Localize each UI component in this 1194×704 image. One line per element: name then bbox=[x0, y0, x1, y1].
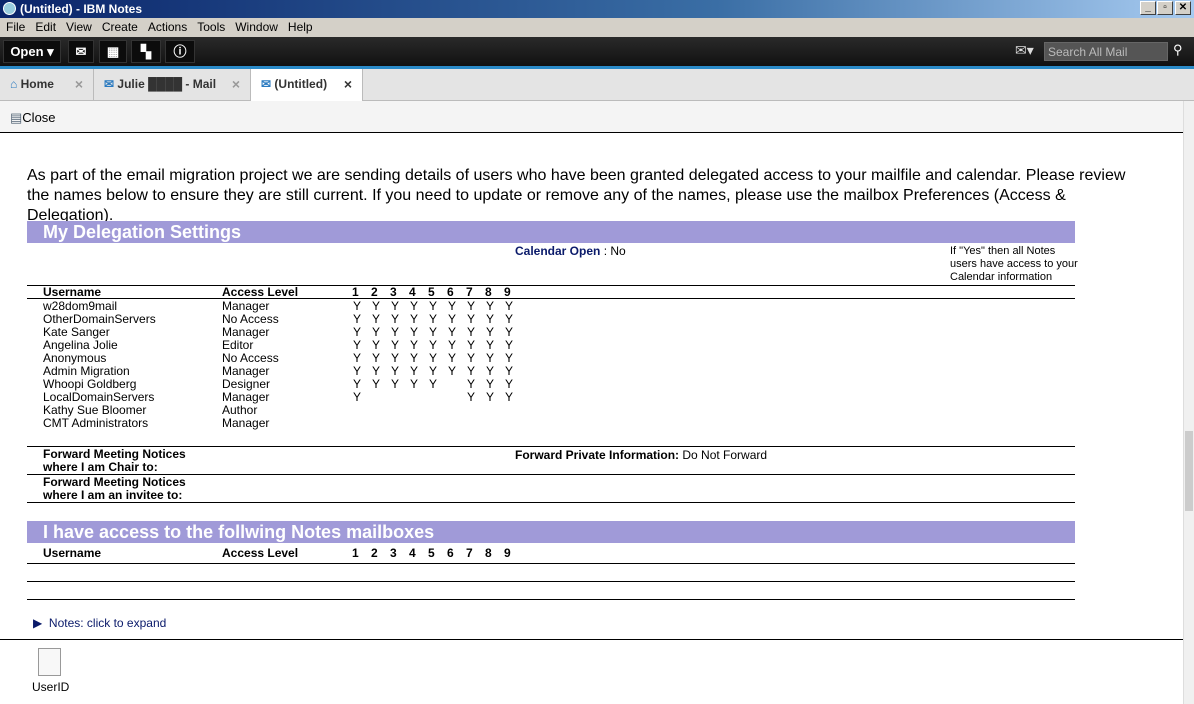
col-8: 8 bbox=[485, 546, 492, 560]
row-flag: Y bbox=[448, 364, 457, 378]
calendar-icon[interactable]: ▦ bbox=[99, 40, 127, 63]
tab-untitled[interactable]: ✉ (Untitled) × bbox=[251, 69, 363, 101]
home-icon: ⌂ bbox=[10, 77, 18, 91]
attachment-label[interactable]: UserID bbox=[32, 681, 69, 694]
divider bbox=[0, 639, 1183, 640]
scrollbar[interactable] bbox=[1183, 101, 1194, 704]
search-input[interactable]: Search All Mail bbox=[1044, 42, 1168, 61]
close-button[interactable]: ▤Close bbox=[10, 110, 56, 126]
mail-icon[interactable]: ✉ bbox=[68, 40, 94, 63]
minimize-button[interactable]: _ bbox=[1140, 1, 1156, 15]
close-document-icon: ▤ bbox=[10, 110, 23, 125]
row-flag: Y bbox=[467, 390, 476, 404]
action-bar: ▤Close bbox=[0, 101, 1190, 133]
file-attachment-icon[interactable] bbox=[38, 648, 61, 676]
divider bbox=[27, 298, 1075, 299]
col-7: 7 bbox=[466, 546, 473, 560]
row-flag: Y bbox=[429, 377, 438, 391]
maximize-button[interactable]: ▫ bbox=[1157, 1, 1173, 15]
col-1: 1 bbox=[352, 546, 359, 560]
close-tab-icon[interactable]: × bbox=[344, 69, 352, 100]
row-username: CMT Administrators bbox=[43, 416, 149, 430]
row-flag: Y bbox=[505, 390, 514, 404]
memo-icon: ✉ bbox=[261, 77, 272, 91]
divider bbox=[27, 581, 1075, 582]
col-9: 9 bbox=[504, 546, 511, 560]
apps-grid-icon[interactable]: ▚ bbox=[131, 40, 161, 63]
col-2: 2 bbox=[371, 546, 378, 560]
close-tab-icon[interactable]: × bbox=[75, 69, 83, 100]
menu-create[interactable]: Create bbox=[102, 20, 138, 34]
title-bar: (Untitled) - IBM Notes _ ▫ ✕ bbox=[0, 0, 1194, 18]
tab-mail[interactable]: ✉ Julie ████ - Mail × bbox=[94, 69, 251, 100]
menu-bar: File Edit View Create Actions Tools Window Help bbox=[0, 18, 1194, 37]
row-access-level: Manager bbox=[222, 416, 270, 430]
section-heading: I have access to the follwing Notes mail… bbox=[27, 521, 1075, 543]
calendar-open: Calendar Open : No bbox=[515, 244, 626, 258]
divider bbox=[27, 563, 1075, 564]
col-username: Username bbox=[43, 546, 102, 560]
divider bbox=[27, 502, 1075, 503]
menu-help[interactable]: Help bbox=[288, 20, 313, 34]
menu-tools[interactable]: Tools bbox=[197, 20, 225, 34]
tab-home[interactable]: ⌂ Home × bbox=[0, 69, 94, 100]
section-heading: My Delegation Settings bbox=[27, 221, 1075, 243]
forward-chair-label: Forward Meeting Notices where I am Chair… bbox=[43, 447, 186, 474]
info-icon[interactable]: ⓘ bbox=[165, 40, 195, 63]
col-5: 5 bbox=[428, 546, 435, 560]
window-title: (Untitled) - IBM Notes bbox=[20, 2, 142, 16]
tab-bar: ⌂ Home × ✉ Julie ████ - Mail × ✉ (Untitled… bbox=[0, 66, 1194, 101]
row-flag: Y bbox=[486, 390, 495, 404]
close-tab-icon[interactable]: × bbox=[232, 69, 240, 100]
search-icon[interactable]: ⚲ bbox=[1173, 42, 1183, 58]
row-flag: Y bbox=[372, 377, 381, 391]
app-logo-icon bbox=[3, 2, 16, 15]
row-flag: Y bbox=[391, 377, 400, 391]
col-6: 6 bbox=[447, 546, 454, 560]
toolbar: Open ▾ ✉ ▦ ▚ ⓘ ✉▾ ⚲ bbox=[0, 37, 1194, 66]
open-button[interactable]: Open ▾ bbox=[3, 40, 61, 63]
mail-scope-icon[interactable]: ✉▾ bbox=[1015, 42, 1034, 59]
menu-actions[interactable]: Actions bbox=[148, 20, 187, 34]
notes-expand-toggle[interactable]: ▶ Notes: click to expand bbox=[33, 617, 166, 630]
col-3: 3 bbox=[390, 546, 397, 560]
forward-invitee-label: Forward Meeting Notices where I am an in… bbox=[43, 475, 186, 502]
divider bbox=[27, 285, 1075, 286]
row-flag: Y bbox=[410, 377, 419, 391]
col-4: 4 bbox=[409, 546, 416, 560]
menu-file[interactable]: File bbox=[6, 20, 25, 34]
divider bbox=[27, 599, 1075, 600]
calendar-note: If "Yes" then all Notes users have acces… bbox=[950, 245, 1078, 283]
close-window-button[interactable]: ✕ bbox=[1175, 1, 1191, 15]
mail-icon: ✉ bbox=[104, 77, 115, 91]
forward-private: Forward Private Information: Do Not Forw… bbox=[515, 448, 768, 462]
expand-triangle-icon: ▶ bbox=[33, 616, 43, 630]
col-access: Access Level bbox=[222, 546, 299, 560]
menu-edit[interactable]: Edit bbox=[35, 20, 56, 34]
row-flag: Y bbox=[353, 390, 362, 404]
intro-text: As part of the email migration project w… bbox=[27, 167, 1126, 224]
menu-view[interactable]: View bbox=[66, 20, 92, 34]
scrollbar-thumb[interactable] bbox=[1185, 431, 1193, 511]
menu-window[interactable]: Window bbox=[235, 20, 278, 34]
